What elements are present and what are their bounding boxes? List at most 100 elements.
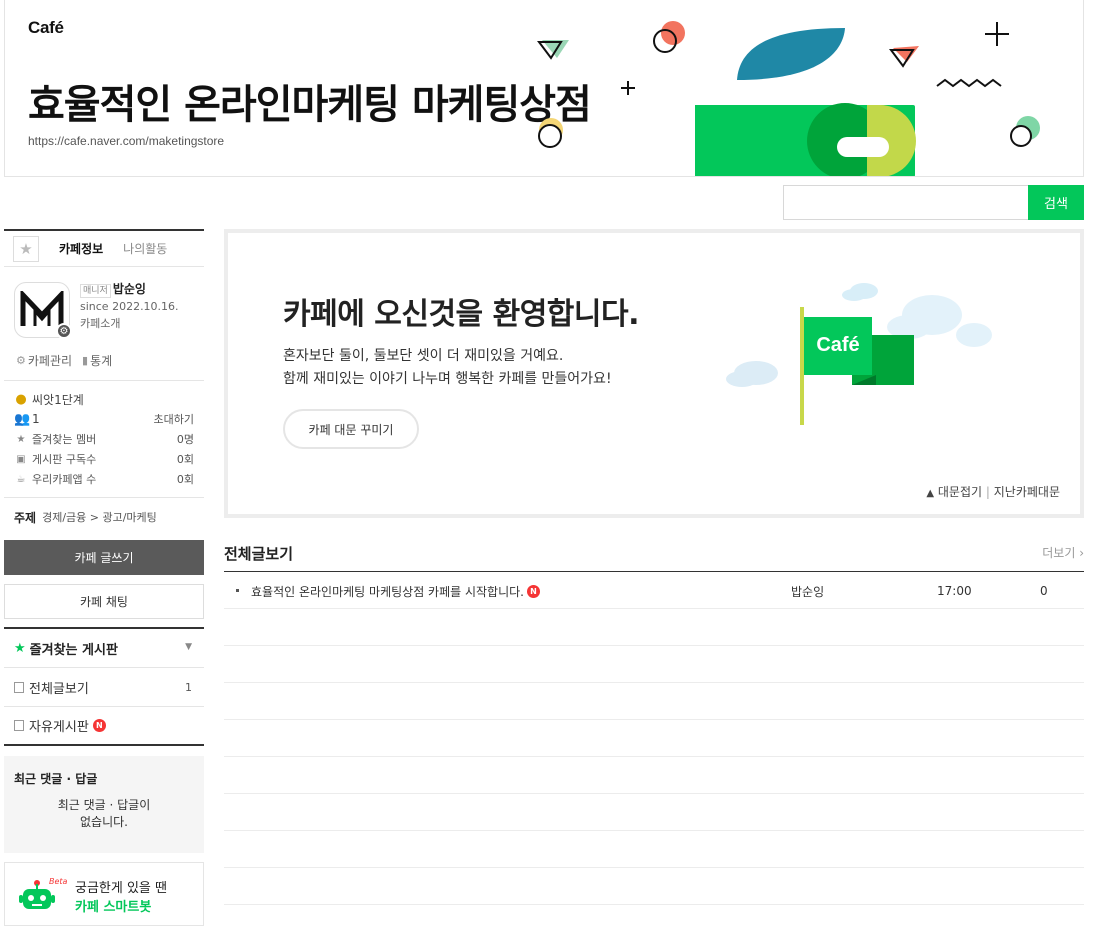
stat-value: 0명 <box>176 433 194 446</box>
bullet <box>236 589 239 592</box>
stat-value: 0회 <box>176 453 194 466</box>
subject-text: 효율적인 온라인마케팅 마케팅상점 카페를 시작합니다. <box>251 585 524 599</box>
search-button[interactable]: 검색 <box>1028 185 1084 220</box>
empty-text: 최근 댓글 · 답글이 <box>57 798 151 812</box>
empty-row <box>224 868 1084 905</box>
cafe-intro-link[interactable]: 카페소개 <box>80 315 179 332</box>
decorate-cafe-button[interactable]: 카페 대문 꾸미기 <box>283 409 419 449</box>
table-row: 효율적인 온라인마케팅 마케팅상점 카페를 시작합니다. N 밥순잉 17:00… <box>224 572 1084 609</box>
recent-comments-title: 최근 댓글 · 답글 <box>14 772 98 786</box>
banner-decoration <box>537 21 1040 176</box>
admin-row: ⚙ 카페관리 ▮ 통계 <box>4 341 204 381</box>
smartbot-line1: 궁금한게 있을 땐 <box>75 881 167 896</box>
all-posts-title[interactable]: 전체글보기 <box>224 543 293 564</box>
subject-label: 주제 <box>14 510 37 525</box>
chevron-down-icon[interactable]: ▼ <box>185 642 192 652</box>
write-post-button[interactable]: 카페 글쓰기 <box>4 540 204 575</box>
favorite-boards-label: 즐겨찾는 게시판 <box>29 642 118 658</box>
gear-icon: ⚙ <box>16 354 26 367</box>
article-subject[interactable]: 효율적인 온라인마케팅 마케팅상점 카페를 시작합니다. N <box>251 583 540 600</box>
cafe-title[interactable]: 효율적인 온라인마케팅 마케팅상점 <box>28 72 592 130</box>
sidebar: ★ 카페정보 나의활동 ⚙ 매니저 밥순잉 since 2022.10.16. 카… <box>4 229 204 926</box>
triangle-up-icon[interactable]: ▲ <box>926 488 934 499</box>
board-icon <box>14 681 24 693</box>
stat-row: ▣ 게시판 구독수 0회 <box>14 449 194 469</box>
sidebar-tabs: ★ 카페정보 나의활동 <box>4 229 204 267</box>
empty-row <box>224 831 1084 868</box>
cafe-flag-illustration: Café <box>726 283 992 425</box>
invite-link[interactable]: 초대하기 <box>154 411 194 427</box>
favorite-boards-header[interactable]: ★ 즐겨찾는 게시판 ▼ <box>4 627 204 668</box>
beta-label: Beta <box>49 877 68 886</box>
tab-cafe-info[interactable]: 카페정보 <box>59 240 103 257</box>
stat-value: 0회 <box>176 473 194 486</box>
stats-link[interactable]: 통계 <box>90 352 112 369</box>
stats-icon: ▮ <box>82 354 89 367</box>
article-time: 17:00 <box>937 584 972 598</box>
m-logo-icon <box>20 291 64 326</box>
welcome-heading: 카페에 오신것을 환영합니다. <box>283 297 640 332</box>
article-views: 0 <box>1040 584 1048 598</box>
article-list: 효율적인 온라인마케팅 마케팅상점 카페를 시작합니다. N 밥순잉 17:00… <box>224 572 1084 905</box>
empty-text: 없습니다. <box>80 815 128 829</box>
empty-row <box>224 757 1084 794</box>
stat-row: ☕ 우리카페앱 수 0회 <box>14 469 194 489</box>
level-text[interactable]: 씨앗1단계 <box>32 391 84 408</box>
welcome-text: 혼자보단 둘이, 둘보단 셋이 더 재미있을 거예요. 함께 재미있는 이야기 … <box>283 345 612 391</box>
since-date: since 2022.10.16. <box>80 300 179 313</box>
empty-row <box>224 720 1084 757</box>
all-posts-header: 전체글보기 더보기 › <box>224 540 1084 572</box>
menu-count: 1 <box>185 680 192 694</box>
flag-logo-text: Café <box>816 334 859 356</box>
sidebar-item-all-posts[interactable]: 전체글보기 1 <box>4 668 204 707</box>
gear-icon: ⚙ <box>56 323 72 339</box>
cafe-chat-button[interactable]: 카페 채팅 <box>4 584 204 619</box>
past-banner-link[interactable]: 지난카페대문 <box>994 485 1060 499</box>
star-icon[interactable]: ★ <box>13 235 39 262</box>
smartbot-line2: 카페 스마트봇 <box>75 900 152 915</box>
subject-value: 경제/금융 > 광고/마케팅 <box>42 511 157 524</box>
welcome-panel: 카페에 오신것을 환영합니다. 혼자보단 둘이, 둘보단 셋이 더 재미있을 거… <box>224 229 1084 518</box>
empty-row <box>224 683 1084 720</box>
stat-row: ★ 즐겨찾는 멤버 0명 <box>14 429 194 449</box>
seed-icon: ● <box>15 391 27 407</box>
stat-label: 게시판 구독수 <box>32 453 97 466</box>
more-label: 더보기 <box>1042 546 1076 560</box>
empty-row <box>224 646 1084 683</box>
recent-comments: 최근 댓글 · 답글 최근 댓글 · 답글이 없습니다. <box>4 756 204 853</box>
stat-label: 우리카페앱 수 <box>32 473 97 486</box>
member-count[interactable]: 1 <box>32 412 40 426</box>
menu-label: 전체글보기 <box>29 681 89 697</box>
level-row: ● 씨앗1단계 <box>14 389 194 409</box>
cafe-url[interactable]: https://cafe.naver.com/maketingstore <box>28 134 224 148</box>
article-author[interactable]: 밥순잉 <box>791 583 824 600</box>
tab-my-activity[interactable]: 나의활동 <box>123 240 167 257</box>
empty-row <box>224 609 1084 646</box>
rss-icon: ▣ <box>16 453 26 465</box>
smartbot-banner[interactable]: Beta 궁금한게 있을 땐 카페 스마트봇 <box>4 862 204 926</box>
cup-icon: ☕ <box>16 473 26 485</box>
welcome-links: ▲ 대문접기 | 지난카페대문 <box>926 485 1060 499</box>
cafe-stats: ● 씨앗1단계 👥 1 초대하기 ★ 즐겨찾는 멤버 0명 ▣ 게시판 구독수 0회 ☕… <box>4 381 204 498</box>
search-input[interactable] <box>783 185 1029 220</box>
members-row: 👥 1 초대하기 <box>14 409 194 429</box>
sidebar-item-free-board[interactable]: 자유게시판 N <box>4 707 204 746</box>
cafe-banner: Café 효율적인 온라인마케팅 마케팅상점 https://cafe.nave… <box>4 0 1084 177</box>
profile-info: 매니저 밥순잉 since 2022.10.16. 카페소개 <box>80 281 179 332</box>
cafe-manage-link[interactable]: 카페관리 <box>28 352 72 369</box>
board-icon <box>14 720 24 731</box>
stat-label: 즐겨찾는 멤버 <box>32 433 97 446</box>
empty-row <box>224 794 1084 831</box>
new-badge-icon: N <box>92 719 106 732</box>
welcome-line: 혼자보단 둘이, 둘보단 셋이 더 재미있을 거예요. <box>283 348 564 364</box>
manager-nickname[interactable]: 밥순잉 <box>113 282 146 296</box>
star-icon: ★ <box>16 433 26 445</box>
menu-label: 자유게시판 <box>29 720 89 735</box>
fold-link[interactable]: 대문접기 <box>938 485 982 499</box>
more-link[interactable]: 더보기 › <box>1042 544 1084 561</box>
role-badge: 매니저 <box>80 284 111 298</box>
cafe-logo[interactable]: Café <box>28 18 64 38</box>
members-icon: 👥 <box>14 411 31 427</box>
new-badge-icon: N <box>527 585 540 598</box>
welcome-line: 함께 재미있는 이야기 나누며 행복한 카페를 만들어가요! <box>283 371 612 387</box>
